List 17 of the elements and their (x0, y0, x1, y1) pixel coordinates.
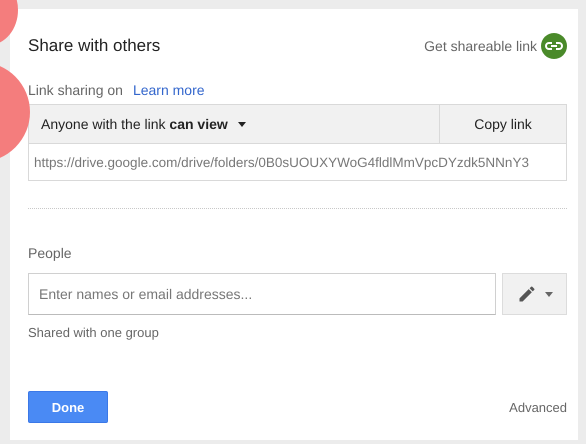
advanced-link[interactable]: Advanced (509, 400, 567, 414)
link-icon[interactable] (541, 33, 567, 59)
link-url-field[interactable]: https://drive.google.com/drive/folders/0B0sUOUXYWoG4fldlMmVpcDYzdk5NNnY3 (29, 143, 566, 180)
done-button[interactable]: Done (28, 391, 108, 423)
learn-more-link[interactable]: Learn more (132, 82, 205, 98)
link-sharing-status: Link sharing on (28, 82, 123, 98)
shared-note: Shared with one group (28, 325, 160, 340)
caret-icon (544, 292, 552, 296)
caret-icon (238, 122, 246, 126)
pencil-icon (516, 284, 536, 304)
people-input-field[interactable]: Enter names or email addresses... (28, 273, 496, 315)
access-dropdown[interactable]: Anyone with the link can view (29, 105, 440, 143)
get-shareable-link[interactable]: Get shareable link (424, 38, 537, 54)
permission-dropdown[interactable] (502, 273, 567, 315)
dialog-title: Share with others (28, 36, 160, 56)
copy-link-button[interactable]: Copy link (440, 105, 566, 143)
people-label: People (28, 245, 73, 261)
